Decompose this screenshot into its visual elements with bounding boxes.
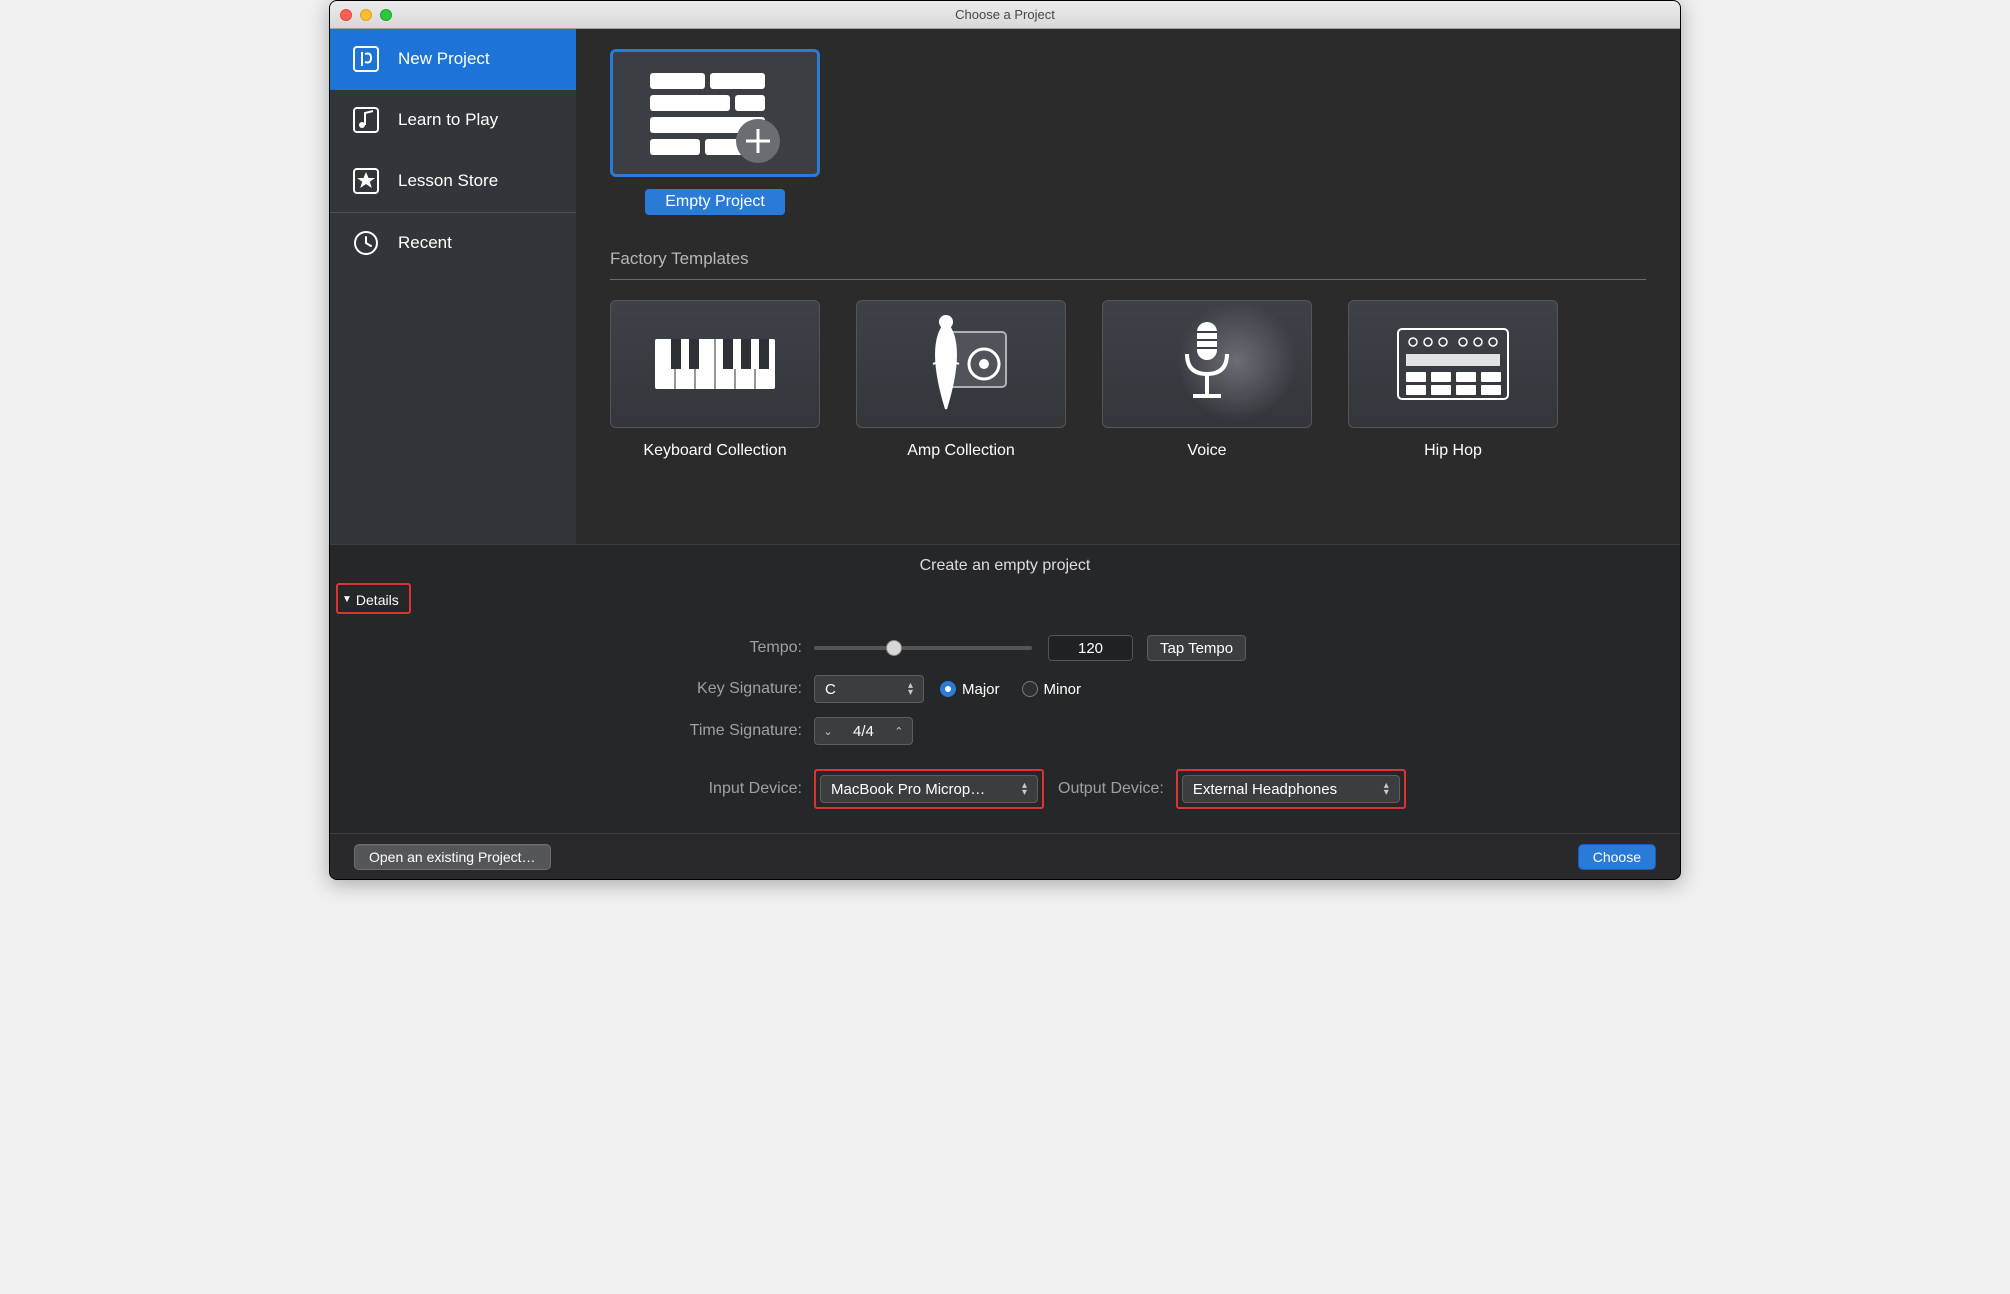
choose-button[interactable]: Choose	[1578, 844, 1656, 870]
output-device-label: Output Device:	[1058, 780, 1176, 798]
sidebar-item-learn-to-play[interactable]: Learn to Play	[330, 90, 576, 151]
chevrons-icon: ▴▾	[1384, 782, 1389, 796]
template-amp-collection[interactable]: Amp Collection	[856, 300, 1066, 460]
radio-minor[interactable]	[1022, 681, 1038, 697]
time-signature-label: Time Signature:	[360, 722, 814, 740]
footer: Open an existing Project… Choose	[330, 833, 1680, 879]
chevrons-icon: ▴▾	[1022, 782, 1027, 796]
sidebar-item-label: Recent	[398, 233, 452, 253]
key-signature-select[interactable]: C ▴▾	[814, 675, 924, 703]
store-icon	[352, 167, 380, 195]
radio-major[interactable]	[940, 681, 956, 697]
close-icon[interactable]	[340, 9, 352, 21]
template-keyboard-collection[interactable]: Keyboard Collection	[610, 300, 820, 460]
learn-icon	[352, 106, 380, 134]
amp-icon	[856, 300, 1066, 428]
open-existing-button[interactable]: Open an existing Project…	[354, 844, 551, 870]
template-hip-hop[interactable]: Hip Hop	[1348, 300, 1558, 460]
key-signature-value: C	[825, 681, 836, 698]
input-device-label: Input Device:	[360, 780, 814, 798]
chevrons-icon: ▴▾	[908, 682, 913, 696]
empty-project-thumb[interactable]	[610, 49, 820, 177]
sidebar-item-new-project[interactable]: New Project	[330, 29, 576, 90]
project-subtitle: Create an empty project	[330, 544, 1680, 581]
chevron-down-icon: ▼	[342, 594, 352, 605]
minor-label: Minor	[1044, 681, 1082, 698]
empty-project-card[interactable]: Empty Project	[610, 49, 820, 215]
details-label: Details	[356, 592, 399, 608]
titlebar: Choose a Project	[330, 1, 1680, 29]
major-label: Major	[962, 681, 1000, 698]
template-label: Voice	[1187, 442, 1226, 460]
sidebar-item-recent[interactable]: Recent	[330, 213, 576, 274]
project-chooser-window: Choose a Project New Project Learn to Pl…	[329, 0, 1681, 880]
details-toggle[interactable]: ▼ Details	[342, 592, 399, 608]
input-device-value: MacBook Pro Microp…	[831, 781, 985, 798]
slider-knob-icon[interactable]	[886, 640, 902, 656]
templates-row: Keyboard Collection Amp	[610, 300, 1646, 460]
sidebar-item-lesson-store[interactable]: Lesson Store	[330, 151, 576, 212]
voice-icon	[1102, 300, 1312, 428]
sidebar-item-label: New Project	[398, 49, 490, 69]
output-device-value: External Headphones	[1193, 781, 1337, 798]
time-signature-value: 4/4	[841, 723, 886, 740]
recent-icon	[352, 229, 380, 257]
sidebar: New Project Learn to Play Lesson Store	[330, 29, 576, 544]
minimize-icon[interactable]	[360, 9, 372, 21]
tap-tempo-button[interactable]: Tap Tempo	[1147, 635, 1246, 661]
window-controls	[340, 9, 392, 21]
empty-project-label: Empty Project	[645, 189, 785, 215]
template-voice[interactable]: Voice	[1102, 300, 1312, 460]
tempo-label: Tempo:	[360, 639, 814, 657]
template-label: Hip Hop	[1424, 442, 1482, 460]
time-signature-stepper[interactable]: ⌄ 4/4 ⌃	[814, 717, 913, 745]
main-panel: Empty Project Factory Templates	[576, 29, 1680, 544]
sidebar-item-label: Learn to Play	[398, 110, 498, 130]
key-signature-label: Key Signature:	[360, 680, 814, 698]
template-label: Keyboard Collection	[643, 442, 786, 460]
highlight-input-device: MacBook Pro Microp… ▴▾	[814, 769, 1044, 809]
details-panel: Tempo: 120 Tap Tempo Key Signature: C ▴▾	[330, 621, 1680, 833]
sidebar-item-label: Lesson Store	[398, 171, 498, 191]
factory-templates-title: Factory Templates	[610, 249, 1646, 269]
zoom-icon[interactable]	[380, 9, 392, 21]
window-title: Choose a Project	[330, 7, 1680, 22]
hiphop-icon	[1348, 300, 1558, 428]
keyboard-icon	[610, 300, 820, 428]
highlight-output-device: External Headphones ▴▾	[1176, 769, 1406, 809]
template-label: Amp Collection	[907, 442, 1015, 460]
section-rule	[610, 279, 1646, 280]
tempo-field[interactable]: 120	[1048, 635, 1133, 661]
output-device-select[interactable]: External Headphones ▴▾	[1182, 775, 1400, 803]
tempo-slider[interactable]	[814, 646, 1032, 650]
stepper-down-icon[interactable]: ⌄	[815, 725, 841, 738]
new-project-icon	[352, 45, 380, 73]
input-device-select[interactable]: MacBook Pro Microp… ▴▾	[820, 775, 1038, 803]
highlight-details: ▼ Details	[336, 583, 411, 614]
stepper-up-icon[interactable]: ⌃	[886, 725, 912, 738]
